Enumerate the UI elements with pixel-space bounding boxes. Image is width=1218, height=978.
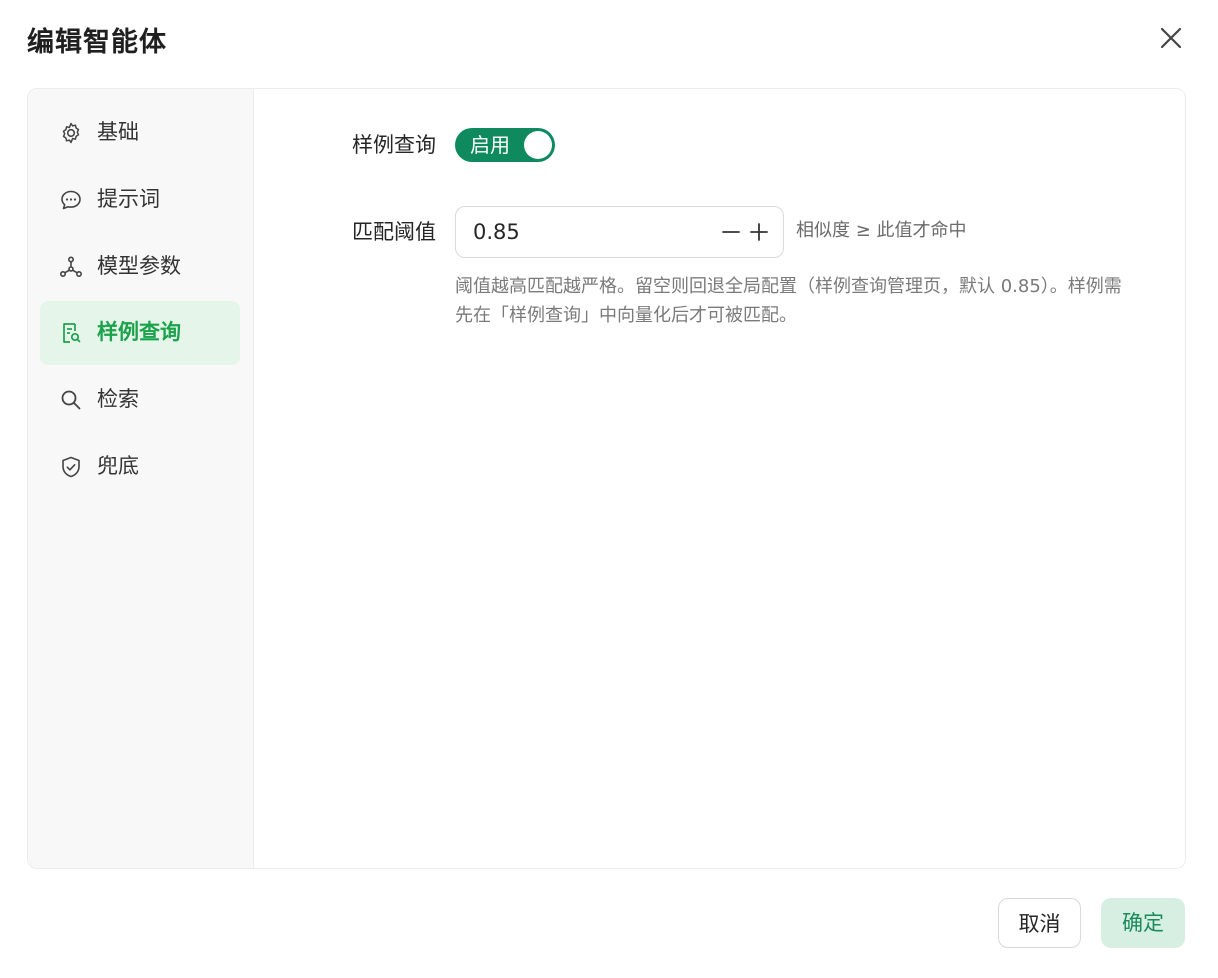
sidebar-item-prompt[interactable]: 提示词 [40, 168, 240, 232]
threshold-value[interactable]: 0.85 [473, 218, 520, 246]
sidebar-item-basic[interactable]: 基础 [40, 101, 240, 165]
sidebar-item-retrieval[interactable]: 检索 [40, 368, 240, 432]
chat-bubble-icon [61, 190, 81, 210]
shield-check-icon [62, 456, 80, 478]
gear-icon [62, 122, 80, 144]
edit-agent-dialog: 编辑智能体 基础 提示词 模型参数 样例查询 检索 兜底 样例查询 启用 匹配阈… [0, 0, 1218, 978]
sidebar-item-fallback[interactable]: 兜底 [40, 435, 240, 499]
help-line: 先在「样例查询」中向量化后才可被匹配。 [455, 305, 797, 326]
dialog-title: 编辑智能体 [27, 27, 167, 58]
sample-query-label: 样例查询 [352, 133, 436, 157]
sidebar-item-label: 兜底 [97, 454, 139, 478]
sidebar-item-label: 检索 [97, 387, 139, 411]
sidebar-item-label: 提示词 [97, 187, 160, 211]
network-nodes-icon [59, 256, 82, 277]
plus-icon[interactable] [747, 220, 771, 244]
toggle-text: 启用 [470, 133, 510, 157]
threshold-input[interactable]: 0.85 [455, 206, 784, 258]
minus-icon[interactable] [719, 220, 743, 244]
close-icon [1160, 27, 1182, 49]
search-icon [61, 390, 81, 410]
threshold-hint: 相似度 ≥ 此值才命中 [796, 220, 967, 241]
sidebar-item-sample-query[interactable]: 样例查询 [40, 301, 240, 365]
confirm-button[interactable]: 确定 [1101, 898, 1185, 948]
document-search-icon [63, 323, 81, 343]
close-button[interactable] [1152, 19, 1190, 57]
settings-content: 样例查询 启用 匹配阈值 0.85 相似度 ≥ 此值才命中 阈值越高匹配越严格。… [254, 89, 1185, 868]
sidebar-nav: 基础 提示词 模型参数 样例查询 检索 兜底 [28, 89, 254, 868]
sidebar-item-label: 模型参数 [97, 254, 181, 278]
threshold-label: 匹配阈值 [352, 220, 436, 244]
sidebar-item-label: 样例查询 [97, 320, 181, 344]
dialog-panel: 基础 提示词 模型参数 样例查询 检索 兜底 样例查询 启用 匹配阈值 0.85… [27, 88, 1186, 869]
sidebar-item-model-params[interactable]: 模型参数 [40, 235, 240, 299]
help-line: 阈值越高匹配越严格。留空则回退全局配置（样例查询管理页，默认 0.85）。样例需 [455, 276, 1122, 297]
threshold-help-text: 阈值越高匹配越严格。留空则回退全局配置（样例查询管理页，默认 0.85）。样例需… [455, 272, 1155, 330]
toggle-knob [524, 131, 552, 159]
sidebar-item-label: 基础 [97, 120, 139, 144]
cancel-button[interactable]: 取消 [998, 898, 1081, 948]
sample-query-toggle[interactable]: 启用 [455, 128, 555, 162]
